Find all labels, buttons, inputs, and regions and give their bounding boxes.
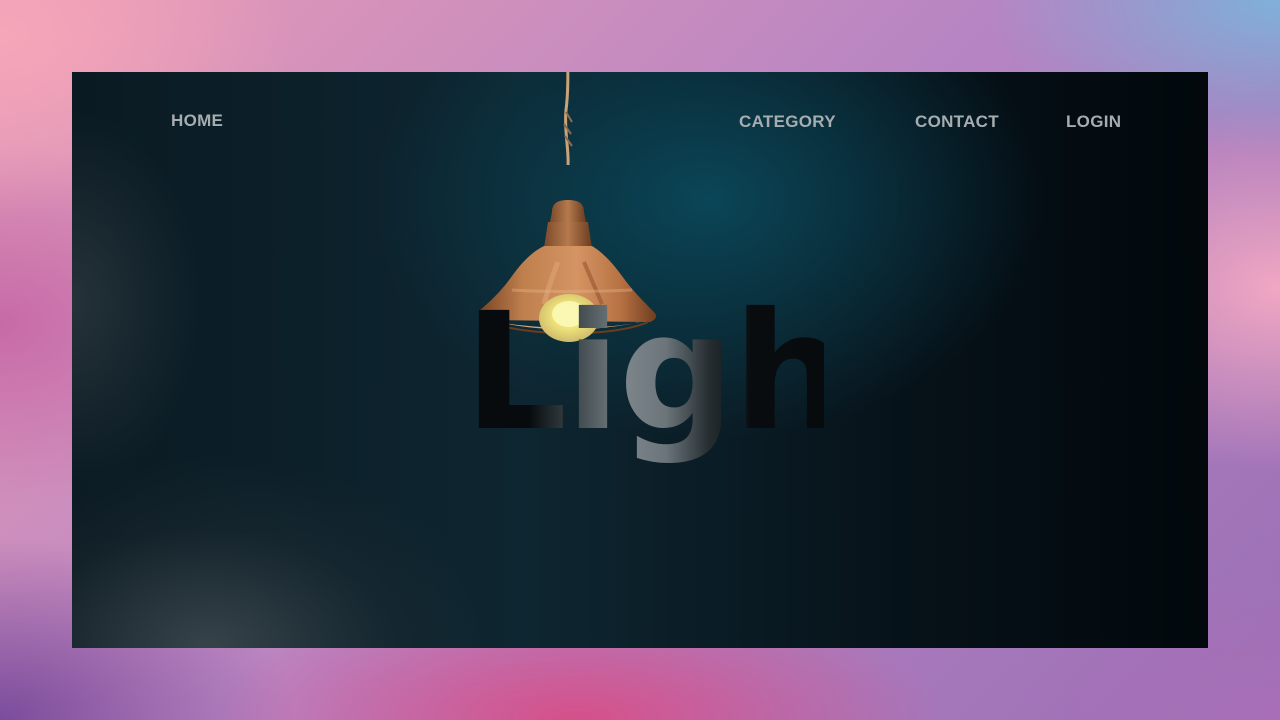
nav-home-link[interactable]: HOME [171, 111, 223, 131]
hero-panel: HOME CATEGORY CONTACT LOGIN Light [72, 72, 1208, 648]
hero-title: Light [464, 279, 924, 467]
nav-category-link[interactable]: CATEGORY [739, 112, 836, 132]
nav-contact-link[interactable]: CONTACT [915, 112, 999, 132]
nav-login-link[interactable]: LOGIN [1066, 112, 1121, 132]
